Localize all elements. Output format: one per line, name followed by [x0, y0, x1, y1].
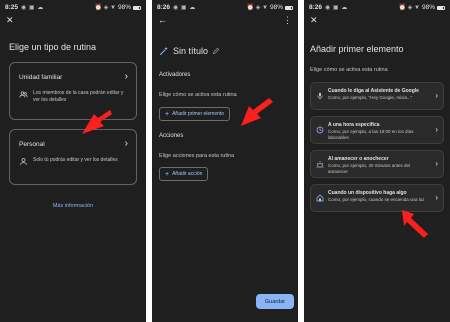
red-arrow-annotation [402, 210, 428, 238]
page-subtitle: Elige cómo se activa esta rutina [310, 67, 388, 73]
person-icon [20, 158, 27, 165]
status-time: 8:25 [5, 4, 19, 11]
chevron-right-icon: › [124, 71, 128, 82]
plus-icon: + [165, 170, 170, 178]
save-button[interactable]: Guardar [256, 294, 294, 309]
page-title: Elige un tipo de rutina [9, 42, 97, 52]
notification-icons: ◉ ▣ ☁ [21, 5, 44, 11]
screenshot-composite: 8:25 ◉ ▣ ☁ ⏰ ◈ ▼ 98% ✕ Elige un tipo de … [0, 0, 450, 322]
screen-add-first-element: 8:26 ◉ ▣ ☁ ⏰ ◈ ▼ 98% ✕ Añadir primer ele… [304, 0, 450, 322]
status-bar: 8:26 ◉ ▣ ☁ ⏰ ◈ ▼ 98% [157, 3, 293, 12]
screen-routine-type: 8:25 ◉ ▣ ☁ ⏰ ◈ ▼ 98% ✕ Elige un tipo de … [0, 0, 146, 322]
mic-icon [317, 92, 323, 100]
back-arrow-icon[interactable]: ← [158, 15, 167, 25]
magic-wand-icon [159, 46, 168, 56]
close-icon[interactable]: ✕ [310, 15, 318, 25]
system-icons: ⏰ ◈ ▼ [94, 5, 116, 11]
actions-label: Acciones [159, 133, 184, 139]
home-device-icon [316, 194, 324, 202]
chevron-right-icon: › [435, 91, 438, 100]
status-bar: 8:26 ◉ ▣ ☁ ⏰ ◈ ▼ 98% [309, 3, 445, 12]
chevron-right-icon: › [435, 125, 438, 134]
routine-type-card-personal[interactable]: Personal › Solo tú podrás editar y ver l… [9, 129, 137, 185]
notification-icons: ◉ ▣ ☁ [173, 5, 196, 11]
starter-option-assistant[interactable]: Cuando le diga al Asistente de Google Co… [310, 82, 444, 110]
add-first-element-button[interactable]: + Añadir primer elemento [159, 107, 231, 121]
more-info-link[interactable]: Más información [0, 203, 146, 209]
option-description: Como, por ejemplo, cuando se encienda un… [328, 197, 425, 202]
screen-untitled-routine: 8:26 ◉ ▣ ☁ ⏰ ◈ ▼ 98% ← ⋮ Sin título Acti… [152, 0, 298, 322]
add-first-element-label: Añadir primer elemento [172, 111, 225, 117]
status-time: 8:26 [309, 4, 323, 11]
activators-label: Activadores [159, 72, 191, 78]
battery-icon [285, 5, 293, 10]
option-title: Al amanecer o anochecer [328, 156, 389, 162]
edit-pencil-icon[interactable] [212, 47, 220, 55]
option-description: Como, por ejemplo, "Hey Google, Inicia..… [328, 95, 413, 100]
option-description: Como, por ejemplo, 30 minutos antes del … [328, 163, 411, 174]
option-title: Cuando le diga al Asistente de Google [328, 88, 419, 94]
chevron-right-icon: › [435, 193, 438, 202]
card-description: Solo tú podrás editar y ver los detalles [33, 157, 118, 163]
more-options-icon[interactable]: ⋮ [283, 15, 292, 25]
starter-option-time[interactable]: A una hora específica Como, por ejemplo,… [310, 116, 444, 144]
battery-percent: 98% [421, 4, 435, 11]
card-title: Unidad familiar [19, 74, 63, 81]
card-title: Personal [19, 141, 45, 148]
starter-option-sunrise[interactable]: Al amanecer o anochecer Como, por ejempl… [310, 150, 444, 178]
battery-icon [133, 5, 141, 10]
battery-icon [437, 5, 445, 10]
option-description: Como, por ejemplo, a las 18:00 en los dí… [328, 129, 414, 140]
routine-title-row: Sin título [159, 46, 220, 56]
red-arrow-annotation [241, 98, 273, 126]
activators-subtitle: Elige cómo se activa esta rutina [159, 92, 237, 98]
red-arrow-annotation [82, 110, 112, 134]
option-title: A una hora específica [328, 122, 380, 128]
battery-percent: 98% [269, 4, 283, 11]
status-time: 8:26 [157, 4, 171, 11]
card-description: Los miembros de la casa podrán editar y … [33, 90, 124, 103]
battery-percent: 98% [117, 4, 131, 11]
plus-icon: + [165, 110, 170, 118]
system-icons: ⏰ ◈ ▼ [246, 5, 268, 11]
option-title: Cuando un dispositivo haga algo [328, 190, 407, 196]
add-action-button[interactable]: + Añadir acción [159, 167, 209, 181]
add-action-label: Añadir acción [172, 171, 203, 177]
page-title: Añadir primer elemento [310, 44, 404, 54]
close-icon[interactable]: ✕ [6, 15, 14, 25]
chevron-right-icon: › [124, 138, 128, 149]
people-icon [19, 91, 28, 98]
sunrise-icon [316, 161, 324, 168]
chevron-right-icon: › [435, 159, 438, 168]
notification-icons: ◉ ▣ ☁ [325, 5, 348, 11]
routine-title: Sin título [173, 46, 209, 56]
routine-type-card-household[interactable]: Unidad familiar › Los miembros de la cas… [9, 62, 137, 120]
clock-icon [316, 126, 324, 134]
system-icons: ⏰ ◈ ▼ [398, 5, 420, 11]
actions-subtitle: Elige acciones para esta rutina [159, 153, 235, 159]
status-bar: 8:25 ◉ ▣ ☁ ⏰ ◈ ▼ 98% [5, 3, 141, 12]
